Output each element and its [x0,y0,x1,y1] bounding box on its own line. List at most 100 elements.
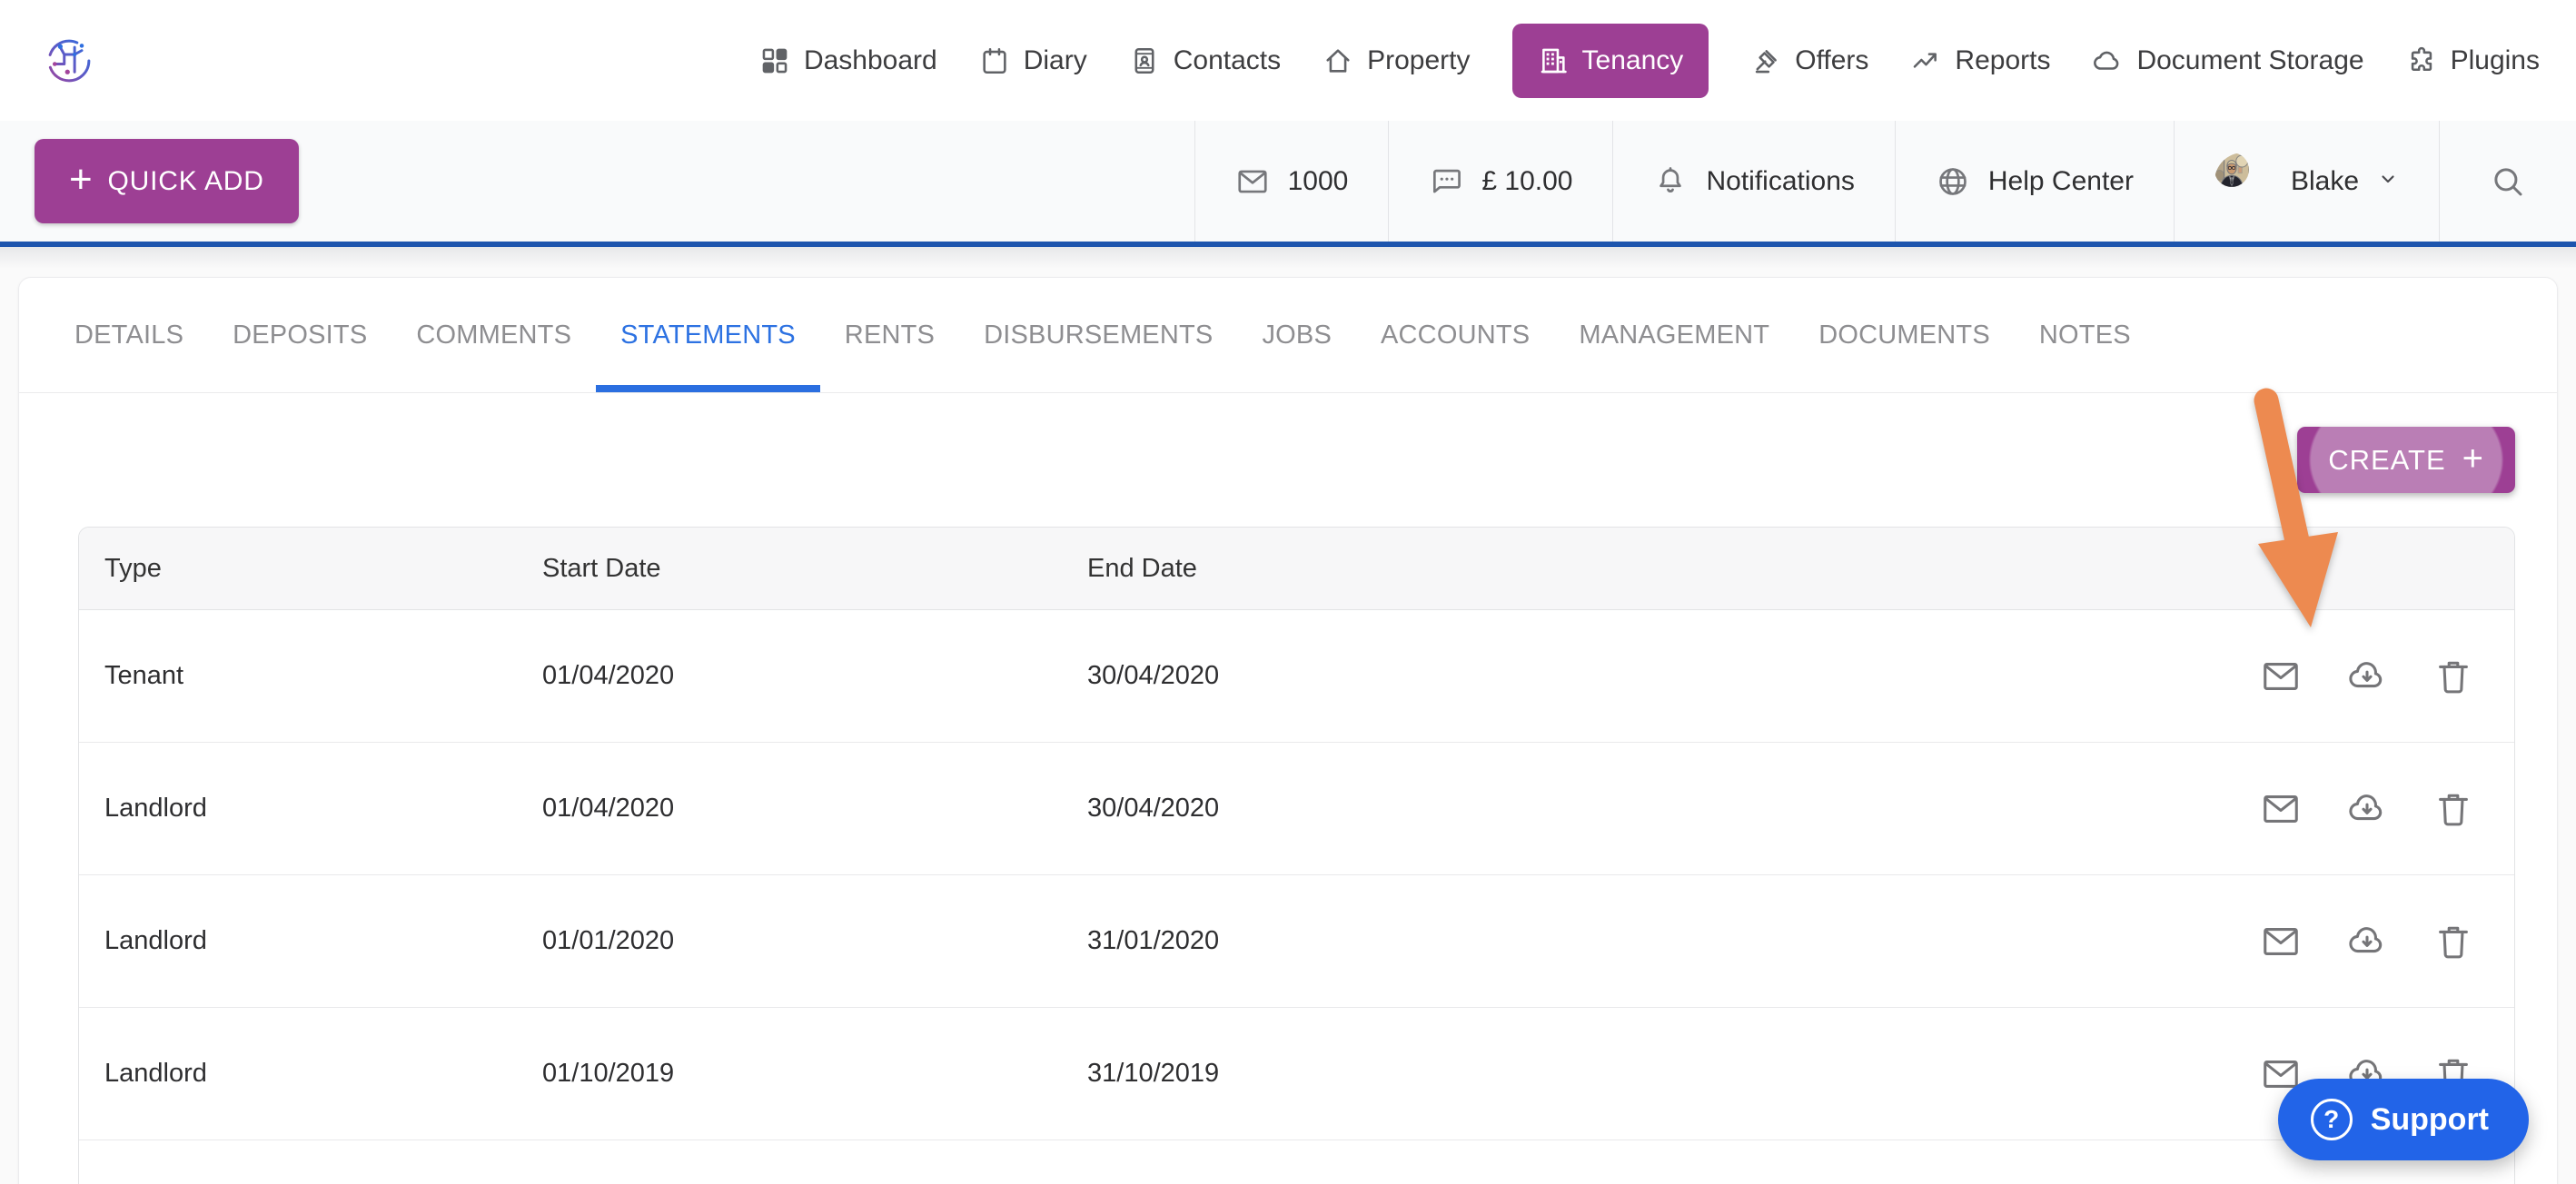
tab-comments[interactable]: COMMENTS [391,278,596,392]
question-mark-icon: ? [2310,1099,2353,1140]
nav-item-reports[interactable]: Reports [1910,45,2050,76]
tab-label: COMMENTS [416,320,572,350]
trash-icon [2439,926,2468,958]
row-actions [2187,921,2514,962]
user-menu[interactable]: Blake [2173,121,2439,242]
tab-label: NOTES [2038,320,2131,350]
cloud-download-icon [2349,926,2383,952]
tab-label: DOCUMENTS [1818,320,1990,350]
cell-end-date: 30/04/2020 [1087,661,1220,690]
nav-item-dashboard[interactable]: Dashboard [759,45,937,76]
quick-add-button[interactable]: + QUICK ADD [35,139,299,223]
tenancy-panel: DETAILS DEPOSITS COMMENTS STATEMENTS REN… [18,277,2558,1184]
nav-item-contacts[interactable]: Contacts [1129,45,1281,76]
table-row: Landlord 01/04/2020 30/04/2020 [79,743,2514,875]
help-center-button[interactable]: Help Center [1894,121,2174,242]
email-statement-button[interactable] [2260,921,2302,962]
email-statement-button[interactable] [2260,788,2302,830]
chat-bubble-icon [1433,169,1461,192]
cell-end-date: 30/04/2020 [1087,794,1220,823]
tab-label: MANAGEMENT [1579,320,1770,350]
plus-icon: + [2462,439,2484,479]
tab-deposits[interactable]: DEPOSITS [208,278,391,392]
sms-balance[interactable]: £ 10.00 [1388,121,1612,242]
cell-end-date: 31/01/2020 [1087,926,1220,955]
nav-label: Document Storage [2136,44,2364,75]
sms-balance-amount: £ 10.00 [1481,165,1573,196]
tab-management[interactable]: MANAGEMENT [1554,278,1794,392]
statements-content: CREATE + Type Start Date End Date Tenant… [19,393,2557,1184]
email-count: 1000 [1287,165,1349,196]
tab-accounts[interactable]: ACCOUNTS [1356,278,1554,392]
delete-statement-button[interactable] [2432,656,2474,697]
globe-icon [1939,167,1967,195]
column-header-end-date: End Date [1087,553,1197,583]
puzzle-icon [2411,46,2432,71]
quick-add-label: QUICK ADD [107,165,264,196]
top-navbar: Dashboard Diary Contacts Property Tenanc… [0,0,2576,121]
toolbar-shadow [0,247,2576,269]
envelope-icon [1238,170,1267,192]
nav-label: Contacts [1173,44,1282,75]
tab-rents[interactable]: RENTS [820,278,959,392]
trend-up-icon [1914,52,1937,68]
tab-details[interactable]: DETAILS [50,278,208,392]
nav-item-document-storage[interactable]: Document Storage [2092,44,2364,76]
house-icon [1326,48,1350,73]
download-statement-button[interactable] [2346,656,2388,697]
delete-statement-button[interactable] [2432,921,2474,962]
table-row-partial [79,1140,2514,1184]
contact-card-icon [1134,47,1154,74]
help-center-label: Help Center [1987,165,2134,196]
row-actions [2187,656,2514,697]
avatar [2214,152,2273,211]
building-icon [1541,48,1567,73]
row-actions [2187,788,2514,830]
nav-label: Plugins [2450,44,2540,75]
nav-item-tenancy[interactable]: Tenancy [1511,23,1709,98]
cell-start-date: 01/04/2020 [542,794,675,823]
delete-statement-button[interactable] [2432,788,2474,830]
cell-start-date: 01/10/2019 [542,1059,675,1088]
tab-label: DEPOSITS [233,320,368,350]
nav-label: Reports [1955,44,2051,75]
nav-label: Property [1367,44,1471,75]
envelope-icon [2264,927,2298,955]
tenancy-tabs: DETAILS DEPOSITS COMMENTS STATEMENTS REN… [19,278,2557,393]
email-statement-button[interactable] [2260,656,2302,697]
chevron-down-icon [2377,166,2399,197]
app-logo[interactable] [44,35,94,86]
search-button[interactable] [2439,121,2576,242]
toolbar-right: 1000 £ 10.00 Notifications Help Center B… [1194,121,2576,242]
tab-label: ACCOUNTS [1381,320,1531,350]
envelope-icon [2264,794,2298,823]
support-label: Support [2370,1101,2489,1137]
calendar-icon [983,47,1006,74]
download-statement-button[interactable] [2346,788,2388,830]
email-counter[interactable]: 1000 [1194,121,1389,242]
tab-documents[interactable]: DOCUMENTS [1794,278,2015,392]
nav-label: Offers [1795,44,1869,75]
notifications-label: Notifications [1706,165,1855,196]
tab-jobs[interactable]: JOBS [1237,278,1356,392]
table-row: Landlord 01/01/2020 31/01/2020 [79,875,2514,1008]
statements-table: Type Start Date End Date Tenant 01/04/20… [78,527,2515,1184]
notifications-button[interactable]: Notifications [1612,121,1894,242]
nav-item-property[interactable]: Property [1323,44,1471,76]
main-nav: Dashboard Diary Contacts Property Tenanc… [759,23,2540,98]
nav-item-offers[interactable]: Offers [1750,45,1868,76]
cell-start-date: 01/01/2020 [542,926,675,955]
bell-icon [1660,166,1682,192]
tab-statements[interactable]: STATEMENTS [596,278,820,392]
nav-item-diary[interactable]: Diary [979,45,1087,76]
tab-disbursements[interactable]: DISBURSEMENTS [959,278,1237,392]
search-icon [2494,167,2522,195]
nav-item-plugins[interactable]: Plugins [2406,45,2540,76]
support-button[interactable]: ? Support [2277,1079,2529,1160]
envelope-icon [2264,662,2298,690]
tab-notes[interactable]: NOTES [2015,278,2155,392]
create-statement-button[interactable]: CREATE + [2297,427,2515,493]
column-header-type: Type [104,553,162,583]
download-statement-button[interactable] [2346,921,2388,962]
trash-icon [2439,661,2468,693]
